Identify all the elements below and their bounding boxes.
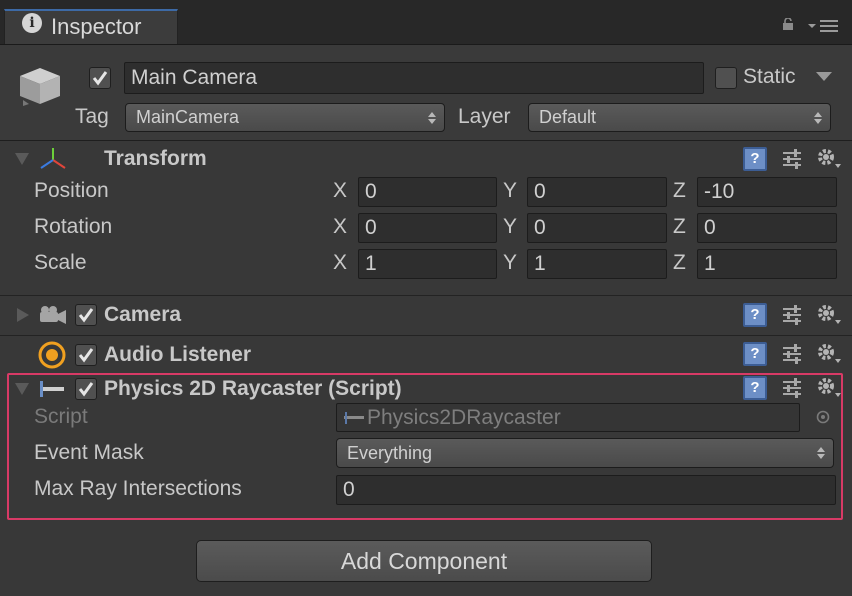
axis-y-label[interactable]: Y xyxy=(503,179,517,203)
tab-inspector-label: Inspector xyxy=(51,14,142,39)
camera-foldout-arrow[interactable] xyxy=(17,308,29,322)
presets-icon[interactable] xyxy=(781,343,803,365)
gear-icon[interactable] xyxy=(815,146,841,170)
raycaster-foldout-arrow[interactable] xyxy=(15,383,29,395)
audio-listener-icon xyxy=(38,341,66,369)
gear-icon[interactable] xyxy=(815,375,841,399)
checkmark-icon xyxy=(78,308,94,323)
context-menu-icon[interactable] xyxy=(806,18,840,34)
tag-dropdown[interactable]: MainCamera xyxy=(125,103,445,132)
gear-icon[interactable] xyxy=(815,341,841,365)
dropdown-arrows-icon xyxy=(814,111,822,124)
dropdown-arrows-icon xyxy=(817,447,825,459)
help-icon[interactable]: ? xyxy=(743,147,767,171)
layer-value: Default xyxy=(539,107,597,127)
axis-x-label[interactable]: X xyxy=(333,215,347,239)
presets-icon[interactable] xyxy=(781,148,803,170)
layer-dropdown[interactable]: Default xyxy=(528,103,831,132)
lock-icon[interactable] xyxy=(782,18,794,30)
script-icon xyxy=(344,411,364,424)
event-mask-dropdown[interactable]: Everything xyxy=(336,438,834,468)
info-icon: i xyxy=(22,13,42,33)
help-icon[interactable]: ? xyxy=(743,303,767,327)
axis-y-label[interactable]: Y xyxy=(503,251,517,275)
rotation-y-input[interactable]: 0 xyxy=(527,213,667,243)
static-label: Static xyxy=(743,65,796,88)
max-ray-intersections-label: Max Ray Intersections xyxy=(34,477,242,500)
scale-x-input[interactable]: 1 xyxy=(358,249,497,279)
axis-z-label[interactable]: Z xyxy=(673,179,686,203)
layer-label: Layer xyxy=(458,105,511,128)
rotation-x-input[interactable]: 0 xyxy=(358,213,497,243)
position-y-input[interactable]: 0 xyxy=(527,177,667,207)
object-name-input[interactable]: Main Camera xyxy=(124,62,704,94)
axis-z-label[interactable]: Z xyxy=(673,215,686,239)
static-checkbox[interactable] xyxy=(715,67,737,89)
checkmark-icon xyxy=(78,382,94,397)
axis-y-label[interactable]: Y xyxy=(503,215,517,239)
audio-listener-title: Audio Listener xyxy=(104,343,252,366)
component-divider xyxy=(0,335,852,336)
event-mask-value: Everything xyxy=(347,442,433,463)
script-field[interactable]: Physics2DRaycaster xyxy=(336,403,800,432)
audio-listener-enabled-checkbox[interactable] xyxy=(75,344,97,366)
gameobject-cube-icon[interactable] xyxy=(15,64,65,108)
axis-x-label[interactable]: X xyxy=(333,179,347,203)
object-picker-icon[interactable] xyxy=(816,410,830,424)
gear-icon[interactable] xyxy=(815,302,841,326)
scale-y-input[interactable]: 1 xyxy=(527,249,667,279)
script-label: Script xyxy=(34,405,88,428)
transform-icon xyxy=(40,148,66,169)
add-component-button[interactable]: Add Component xyxy=(196,540,652,582)
raycaster-enabled-checkbox[interactable] xyxy=(75,378,97,400)
tag-label: Tag xyxy=(75,105,109,128)
camera-icon xyxy=(40,306,66,324)
presets-icon[interactable] xyxy=(781,304,803,326)
static-dropdown-icon[interactable] xyxy=(815,71,833,83)
position-z-input[interactable]: -10 xyxy=(697,177,837,207)
help-icon[interactable]: ? xyxy=(743,376,767,400)
scale-label: Scale xyxy=(34,251,87,274)
position-x-input[interactable]: 0 xyxy=(358,177,497,207)
checkmark-icon xyxy=(78,348,94,363)
max-ray-intersections-input[interactable]: 0 xyxy=(336,475,836,505)
script-value: Physics2DRaycaster xyxy=(367,405,561,429)
help-icon[interactable]: ? xyxy=(743,342,767,366)
axis-z-label[interactable]: Z xyxy=(673,251,686,275)
active-checkbox[interactable] xyxy=(89,67,111,89)
position-label: Position xyxy=(34,179,109,202)
checkmark-icon xyxy=(92,71,108,86)
component-divider xyxy=(0,295,852,296)
rotation-label: Rotation xyxy=(34,215,113,238)
camera-title: Camera xyxy=(104,303,182,326)
transform-foldout-arrow[interactable] xyxy=(15,153,29,165)
script-icon xyxy=(40,381,64,397)
transform-title: Transform xyxy=(104,147,207,170)
tag-value: MainCamera xyxy=(136,107,240,127)
event-mask-label: Event Mask xyxy=(34,441,144,464)
axis-x-label[interactable]: X xyxy=(333,251,347,275)
rotation-z-input[interactable]: 0 xyxy=(697,213,837,243)
camera-enabled-checkbox[interactable] xyxy=(75,304,97,326)
dropdown-arrows-icon xyxy=(428,111,436,124)
scale-z-input[interactable]: 1 xyxy=(697,249,837,279)
raycaster-title: Physics 2D Raycaster (Script) xyxy=(104,377,402,400)
presets-icon[interactable] xyxy=(781,377,803,399)
